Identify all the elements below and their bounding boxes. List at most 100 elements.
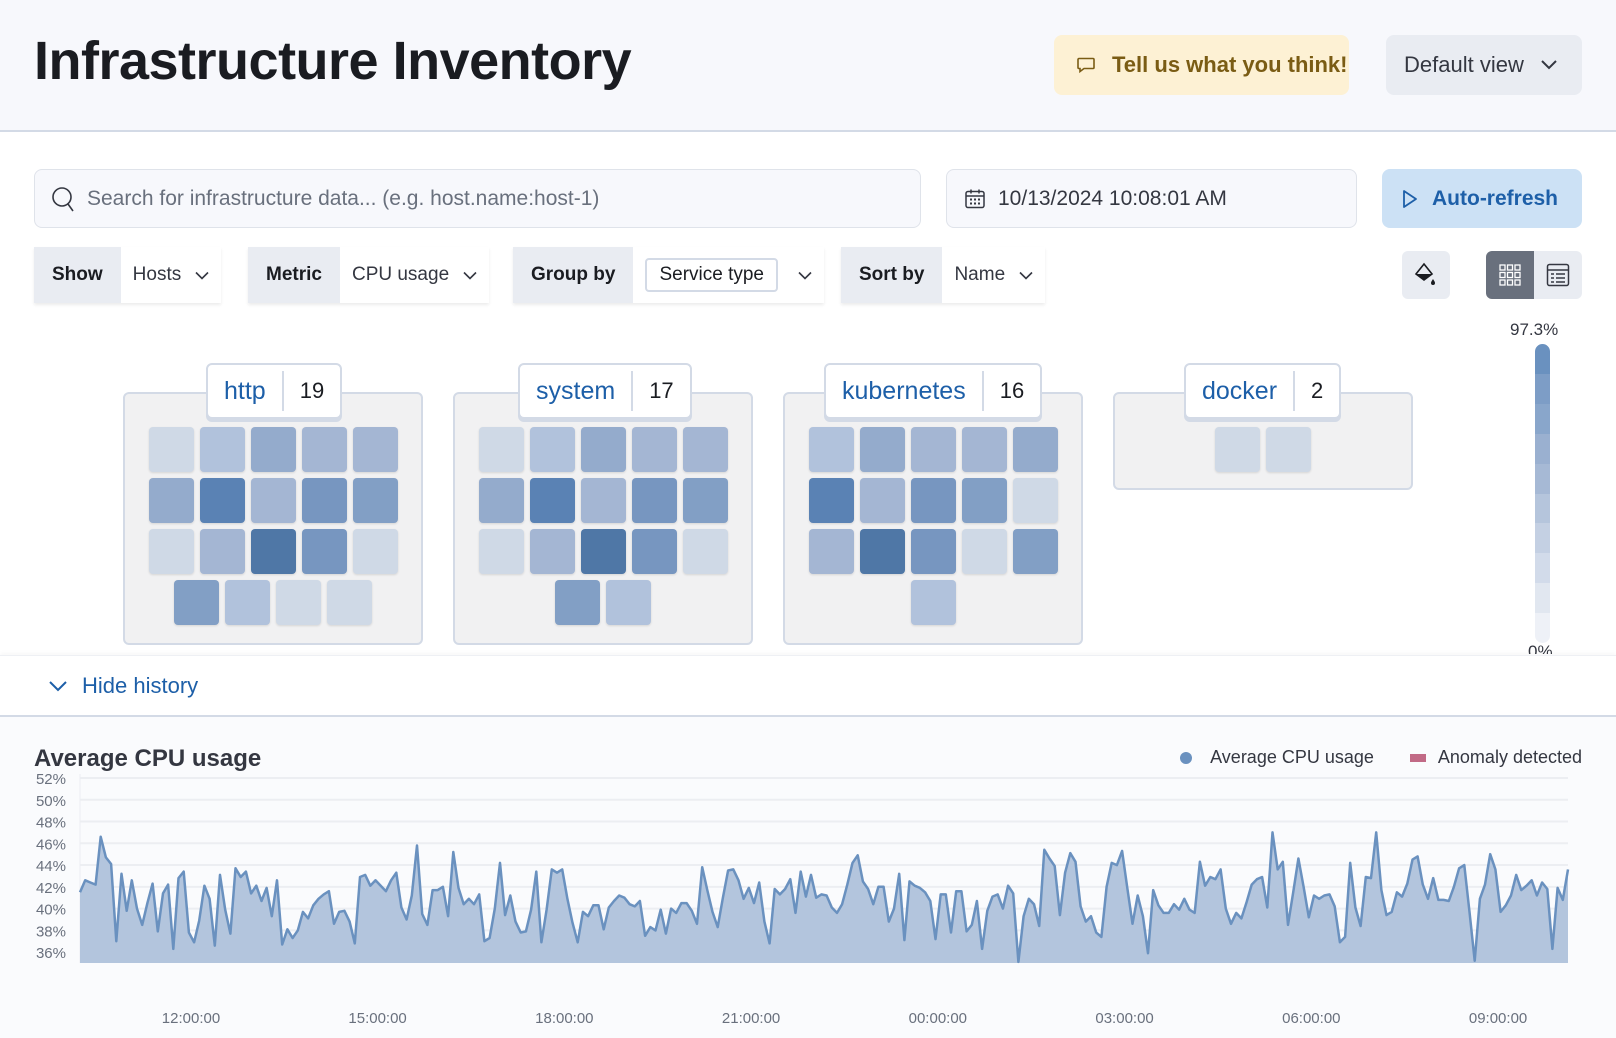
group-name[interactable]: kubernetes <box>826 377 982 406</box>
host-tile[interactable] <box>250 427 296 472</box>
host-tile[interactable] <box>1215 427 1260 472</box>
group-by-filter[interactable]: Group by Service type <box>513 247 824 303</box>
comment-icon <box>1077 57 1095 74</box>
metric-filter-label: Metric <box>248 247 340 303</box>
host-tile[interactable] <box>352 478 398 523</box>
host-tile[interactable] <box>859 427 905 472</box>
host-tile[interactable] <box>1012 529 1058 574</box>
host-tile[interactable] <box>478 529 524 574</box>
group-label-http[interactable]: http 19 <box>206 363 343 419</box>
metric-filter[interactable]: Metric CPU usage <box>248 247 490 303</box>
view-toggle[interactable] <box>1486 251 1582 299</box>
show-filter-select[interactable]: Hosts <box>121 247 222 303</box>
legend-step <box>1535 373 1550 404</box>
host-tile[interactable] <box>301 529 347 574</box>
host-tile[interactable] <box>580 478 626 523</box>
grid-icon <box>1499 264 1521 286</box>
host-tile[interactable] <box>199 478 245 523</box>
host-tile[interactable] <box>301 427 347 472</box>
legend-step <box>1535 463 1550 494</box>
host-tile[interactable] <box>682 529 728 574</box>
host-tile[interactable] <box>352 529 398 574</box>
host-tile[interactable] <box>961 529 1007 574</box>
host-tile[interactable] <box>961 478 1007 523</box>
group-label-docker[interactable]: docker 2 <box>1184 363 1342 419</box>
metric-filter-select[interactable]: CPU usage <box>340 247 489 303</box>
host-tile[interactable] <box>225 580 270 625</box>
host-tile[interactable] <box>250 529 296 574</box>
auto-refresh-button[interactable]: Auto-refresh <box>1382 169 1582 228</box>
host-tile[interactable] <box>199 529 245 574</box>
group-name[interactable]: docker <box>1186 377 1293 406</box>
host-tile[interactable] <box>250 478 296 523</box>
search-bar[interactable] <box>34 169 921 228</box>
map-view-button[interactable] <box>1486 251 1534 299</box>
host-tile[interactable] <box>529 427 575 472</box>
group-label-system[interactable]: system 17 <box>518 363 692 419</box>
sort-by-filter-select[interactable]: Name <box>942 247 1045 303</box>
sort-by-filter[interactable]: Sort by Name <box>841 247 1046 303</box>
host-tile[interactable] <box>327 580 372 625</box>
group-label-kubernetes[interactable]: kubernetes 16 <box>824 363 1043 419</box>
page-header: Infrastructure Inventory Tell us what yo… <box>0 0 1616 132</box>
group-count: 16 <box>999 378 1025 403</box>
host-tile[interactable] <box>148 427 194 472</box>
host-tile[interactable] <box>808 427 854 472</box>
host-tile[interactable] <box>682 478 728 523</box>
host-tile[interactable] <box>910 478 956 523</box>
date-picker[interactable]: 10/13/2024 10:08:01 AM <box>946 169 1357 228</box>
host-tile[interactable] <box>580 529 626 574</box>
group-name[interactable]: http <box>208 377 282 406</box>
host-tile[interactable] <box>631 529 677 574</box>
host-tile[interactable] <box>1266 427 1311 472</box>
search-input[interactable] <box>87 186 887 211</box>
play-icon <box>1403 189 1417 208</box>
group-by-filter-label: Group by <box>513 247 634 303</box>
host-tile[interactable] <box>682 427 728 472</box>
host-tile[interactable] <box>148 529 194 574</box>
group-by-filter-select[interactable]: Service type <box>633 247 824 303</box>
table-view-button[interactable] <box>1534 251 1582 299</box>
host-tile[interactable] <box>910 580 956 625</box>
host-tile[interactable] <box>1012 478 1058 523</box>
group-name[interactable]: system <box>520 377 631 406</box>
host-tile[interactable] <box>174 580 219 625</box>
host-tile[interactable] <box>529 478 575 523</box>
palette-button[interactable] <box>1402 251 1450 299</box>
host-tile[interactable] <box>1012 427 1058 472</box>
cpu-usage-chart[interactable]: 36% 38% 40% 42% 44% 46% 48% 50% 52% 12:00:00 15:00… <box>0 717 1616 1038</box>
history-toggle[interactable]: Hide history <box>0 655 1616 717</box>
show-filter[interactable]: Show Hosts <box>34 247 222 303</box>
paint-bucket-icon <box>1414 262 1435 285</box>
group-count: 17 <box>649 378 674 403</box>
host-tile[interactable] <box>148 478 194 523</box>
host-tile[interactable] <box>808 529 854 574</box>
chevron-down-icon <box>1541 60 1557 70</box>
host-tile[interactable] <box>301 478 347 523</box>
host-tile[interactable] <box>352 427 398 472</box>
x-tick-label: 21:00:00 <box>722 1010 780 1027</box>
x-tick-label: 09:00:00 <box>1469 1010 1527 1027</box>
host-tile[interactable] <box>478 478 524 523</box>
date-value: 10/13/2024 10:08:01 AM <box>998 186 1227 210</box>
chevron-down-icon <box>49 680 67 691</box>
host-tile[interactable] <box>580 427 626 472</box>
chevron-down-icon <box>463 271 477 280</box>
host-tile[interactable] <box>606 580 651 625</box>
host-tile[interactable] <box>478 427 524 472</box>
x-tick-label: 18:00:00 <box>535 1010 593 1027</box>
host-tile[interactable] <box>631 427 677 472</box>
host-tile[interactable] <box>808 478 854 523</box>
saved-view-selector[interactable]: Default view <box>1386 35 1582 95</box>
host-tile[interactable] <box>910 529 956 574</box>
host-tile[interactable] <box>631 478 677 523</box>
host-tile[interactable] <box>529 529 575 574</box>
host-tile[interactable] <box>859 478 905 523</box>
host-tile[interactable] <box>961 427 1007 472</box>
feedback-button[interactable]: Tell us what you think! <box>1054 35 1349 95</box>
host-tile[interactable] <box>859 529 905 574</box>
host-tile[interactable] <box>276 580 321 625</box>
host-tile[interactable] <box>910 427 956 472</box>
host-tile[interactable] <box>199 427 245 472</box>
host-tile[interactable] <box>555 580 600 625</box>
